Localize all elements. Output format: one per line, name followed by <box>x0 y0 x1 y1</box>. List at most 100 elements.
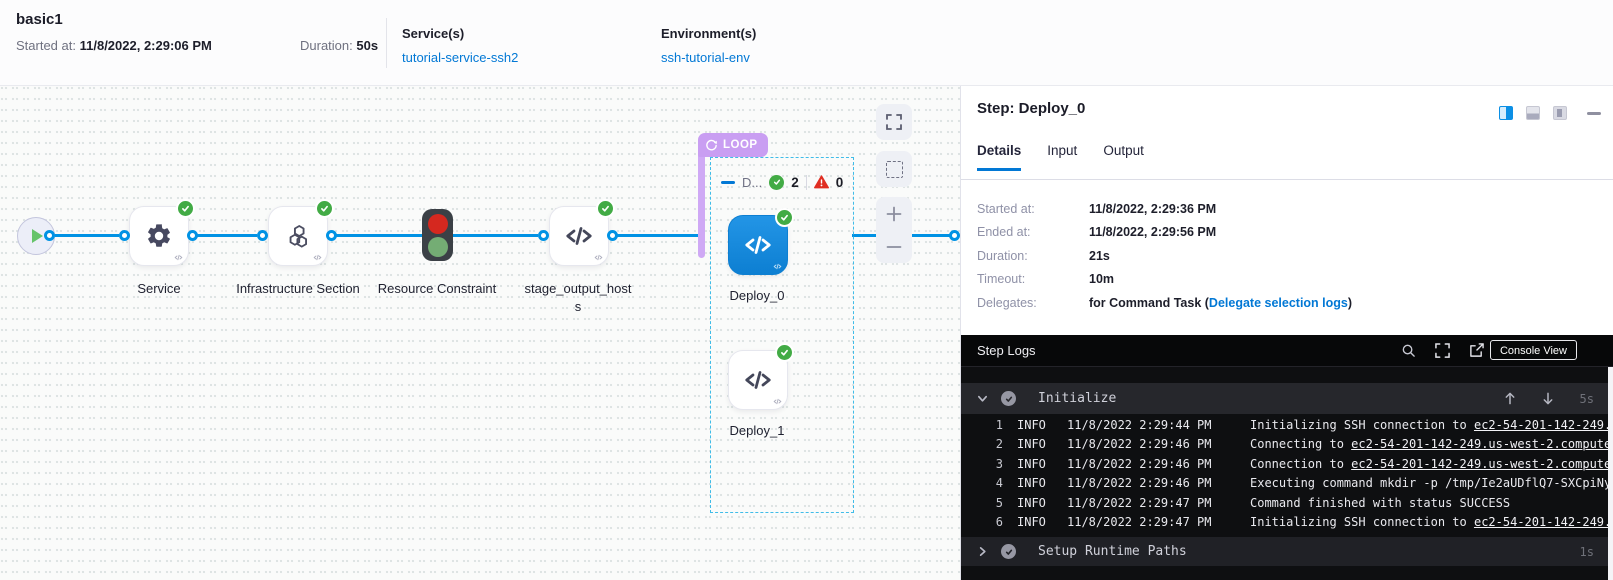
pipeline-canvas[interactable]: Service Infrastructure Section Reso <box>0 86 960 580</box>
code-icon <box>313 253 322 262</box>
log-fullscreen-button[interactable] <box>1434 342 1451 359</box>
traffic-light-green <box>428 237 448 257</box>
header-divider <box>386 18 387 68</box>
success-badge <box>775 208 794 227</box>
log-line: 2INFO11/8/2022 2:29:46 PMConnecting to e… <box>961 435 1608 454</box>
node-deploy-1[interactable] <box>728 350 788 410</box>
traffic-light-red <box>428 214 448 234</box>
code-icon <box>174 253 183 262</box>
search-icon <box>1401 343 1416 358</box>
node-stage-output-hosts[interactable] <box>549 206 609 266</box>
section-success-icon <box>1001 544 1016 559</box>
environment-link[interactable]: ssh-tutorial-env <box>661 50 750 65</box>
host-link[interactable]: ec2-54-201-142-249.us-west-2.compute.ama… <box>1351 457 1608 471</box>
log-line: 1INFO11/8/2022 2:29:44 PMInitializing SS… <box>961 416 1608 435</box>
node-service[interactable] <box>129 206 189 266</box>
tab-output[interactable]: Output <box>1103 143 1144 171</box>
panel-layout-toggles <box>1499 106 1567 120</box>
divider <box>806 175 807 190</box>
started-at: Started at: 11/8/2022, 2:29:06 PM <box>16 38 212 53</box>
layout-split-horizontal-icon[interactable] <box>1526 106 1540 120</box>
log-section-initialize[interactable]: Initialize 5s <box>961 383 1608 414</box>
step-logs-header: Step Logs Console View <box>961 335 1613 367</box>
zoom-out-button[interactable] <box>876 230 912 263</box>
connector-ring <box>119 230 130 241</box>
log-search-button[interactable] <box>1400 342 1417 359</box>
loop-icon <box>705 139 718 152</box>
section-name: Initialize <box>1038 391 1116 406</box>
host-link[interactable]: ec2-54-201-142-249.us-west-2.compute.ama… <box>1351 437 1608 451</box>
loop-badge-label: LOOP <box>723 139 758 151</box>
edge <box>197 234 257 237</box>
log-section-setup-runtime-paths[interactable]: Setup Runtime Paths 1s <box>961 537 1608 566</box>
zoom-in-button[interactable] <box>876 197 912 230</box>
duration-value: 50s <box>356 38 378 53</box>
step-logs-title: Step Logs <box>977 335 1036 366</box>
fullscreen-icon <box>1435 343 1450 358</box>
node-deploy-0[interactable] <box>728 215 788 275</box>
node-infrastructure-section[interactable] <box>268 206 328 266</box>
console-view-button[interactable]: Console View <box>1490 340 1577 360</box>
log-scrollbar[interactable] <box>1608 367 1613 580</box>
section-name: Setup Runtime Paths <box>1038 544 1187 559</box>
log-line: 6INFO11/8/2022 2:29:47 PMInitializing SS… <box>961 513 1608 532</box>
canvas-fullscreen-button[interactable] <box>876 104 912 140</box>
node-resource-constraint[interactable] <box>422 209 453 261</box>
log-lines: 1INFO11/8/2022 2:29:44 PMInitializing SS… <box>961 416 1608 532</box>
edge <box>336 234 422 237</box>
environments-block: Environment(s) ssh-tutorial-env <box>661 26 756 65</box>
pipeline-name: basic1 <box>16 11 63 28</box>
check-icon <box>780 213 789 222</box>
services-block: Service(s) tutorial-service-ssh2 <box>402 26 518 65</box>
environments-label: Environment(s) <box>661 26 756 41</box>
tab-details[interactable]: Details <box>977 143 1021 171</box>
started-at-value: 11/8/2022, 2:29:06 PM <box>80 38 212 53</box>
minus-icon <box>886 239 902 255</box>
connector-ring <box>257 230 268 241</box>
layout-split-vertical-icon[interactable] <box>1499 106 1513 120</box>
step-details: Started at: 11/8/2022, 2:29:36 PM Ended … <box>977 197 1352 315</box>
log-line: 5INFO11/8/2022 2:29:47 PMCommand finishe… <box>961 494 1608 513</box>
marquee-icon <box>886 161 903 178</box>
connector-ring <box>949 230 960 241</box>
detail-row-started: Started at: 11/8/2022, 2:29:36 PM <box>977 197 1352 221</box>
delegate-selection-logs-link[interactable]: Delegate selection logs <box>1209 296 1348 310</box>
panel-minimize-icon[interactable] <box>1587 112 1601 115</box>
failed-count: 0 <box>836 175 844 190</box>
canvas-select-button[interactable] <box>876 151 912 187</box>
success-badge <box>176 199 195 218</box>
log-open-external-button[interactable] <box>1468 342 1485 359</box>
edge <box>617 234 702 237</box>
success-count-icon <box>769 175 784 190</box>
layout-right-pane-icon[interactable] <box>1553 106 1567 120</box>
services-label: Service(s) <box>402 26 518 41</box>
collapse-minus-icon[interactable] <box>721 181 735 184</box>
external-link-icon <box>1469 343 1484 358</box>
arrow-down-icon[interactable] <box>1542 392 1554 405</box>
node-label: Deploy_0 <box>687 287 827 305</box>
detail-row-ended: Ended at: 11/8/2022, 2:29:56 PM <box>977 221 1352 245</box>
tab-input[interactable]: Input <box>1047 143 1077 171</box>
success-badge <box>775 343 794 362</box>
play-icon <box>32 229 43 243</box>
loop-header: D... 2 0 <box>721 173 843 191</box>
connector-ring <box>326 230 337 241</box>
plus-icon <box>886 206 902 222</box>
loop-node-label: D... <box>742 175 762 190</box>
connector-ring <box>44 230 55 241</box>
check-icon <box>601 204 610 213</box>
host-link[interactable]: ec2-54-201-142-249.us-west-2.co <box>1474 418 1608 432</box>
step-logs-panel: Step Logs Console View <box>961 335 1613 580</box>
node-label: Service <box>89 280 229 298</box>
step-panel-title: Step: Deploy_0 <box>977 100 1085 117</box>
warning-icon <box>814 175 829 189</box>
section-success-icon <box>1001 391 1016 406</box>
node-label: Resource Constraint <box>367 280 507 298</box>
step-details-panel: Step: Deploy_0 Details Input Output Star… <box>960 86 1613 580</box>
service-link[interactable]: tutorial-service-ssh2 <box>402 50 518 65</box>
arrow-up-icon[interactable] <box>1504 392 1516 405</box>
log-line: 4INFO11/8/2022 2:29:46 PMExecuting comma… <box>961 474 1608 493</box>
host-link[interactable]: ec2-54-201-142-249.us-west-2.co <box>1474 515 1608 529</box>
started-at-label: Started at: <box>16 38 76 53</box>
section-duration: 1s <box>1580 545 1594 559</box>
